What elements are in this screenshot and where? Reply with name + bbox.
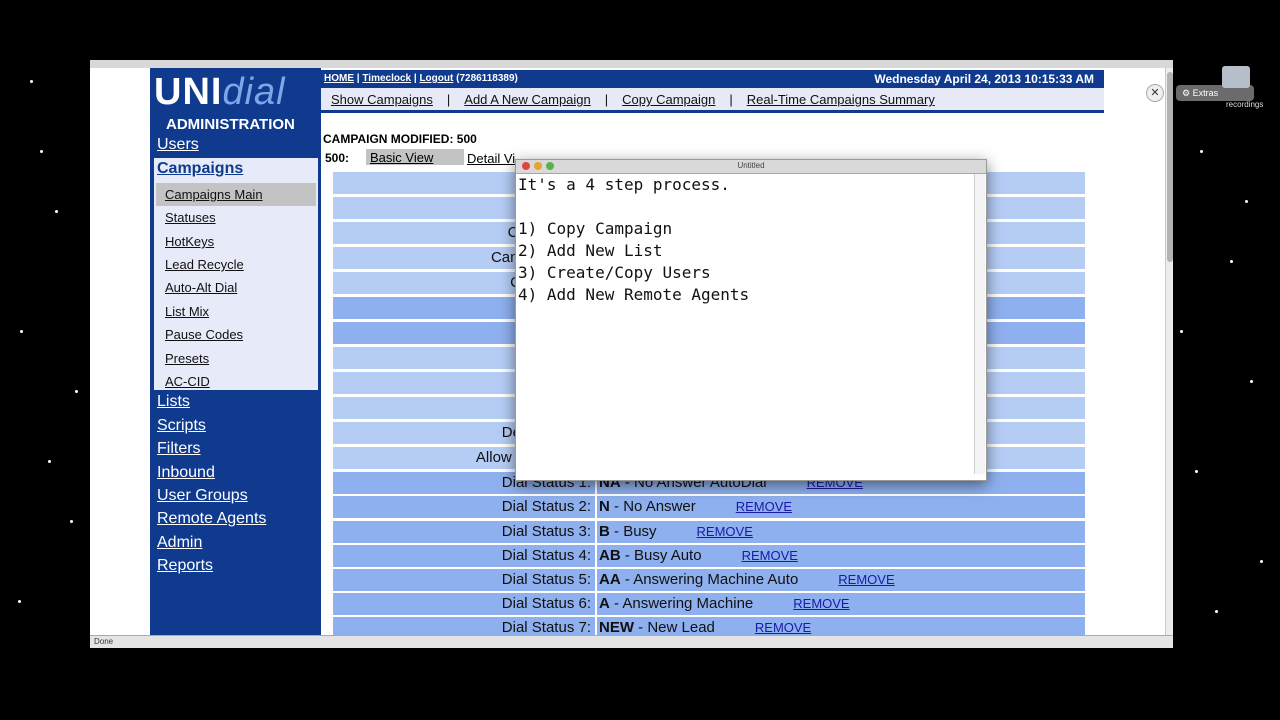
dial-status-row: Dial Status 6: A - Answering Machine REMO… xyxy=(333,593,1085,615)
star xyxy=(1230,260,1233,263)
submenu-hotkeys[interactable]: HotKeys xyxy=(165,234,214,249)
campaign-modified-message: CAMPAIGN MODIFIED: 500 xyxy=(323,132,477,146)
submenu-ac-cid[interactable]: AC-CID xyxy=(165,374,210,389)
detail-view-link[interactable]: Detail Vi xyxy=(467,151,515,166)
phone-number: (7286118389) xyxy=(456,73,518,84)
remove-status-link[interactable]: REMOVE xyxy=(755,620,811,635)
editor-text-area[interactable]: It's a 4 step process. 1) Copy Campaign … xyxy=(518,174,749,306)
nav-user-groups[interactable]: User Groups xyxy=(157,487,248,505)
recordings-folder-label: recordings xyxy=(1226,100,1264,109)
campaign-topnav: Show Campaigns | Add A New Campaign | Copy C… xyxy=(321,88,1104,113)
home-link[interactable]: HOME xyxy=(324,73,354,84)
text-editor-window[interactable]: Untitled It's a 4 step process. 1) Copy … xyxy=(515,159,987,481)
nav-reports[interactable]: Reports xyxy=(157,557,213,575)
star xyxy=(20,330,23,333)
dial-status-row: Dial Status 3: B - Busy REMOVE xyxy=(333,521,1085,543)
submenu-pause-codes[interactable]: Pause Codes xyxy=(165,327,243,342)
dial-status-row: Dial Status 2: N - No Answer REMOVE xyxy=(333,496,1085,518)
folder-icon[interactable] xyxy=(1222,66,1250,88)
star xyxy=(1215,610,1218,613)
submenu-campaigns-main[interactable]: Campaigns Main xyxy=(165,187,263,202)
timeclock-link[interactable]: Timeclock xyxy=(362,73,411,84)
editor-title: Untitled xyxy=(737,161,765,170)
editor-titlebar[interactable]: Untitled xyxy=(516,160,986,174)
submenu-lead-recycle[interactable]: Lead Recycle xyxy=(165,257,244,272)
page-scrollbar[interactable] xyxy=(1165,68,1173,635)
star xyxy=(40,150,43,153)
logout-link[interactable]: Logout xyxy=(419,73,453,84)
star xyxy=(1180,330,1183,333)
remove-status-link[interactable]: REMOVE xyxy=(793,596,849,611)
header-bar: HOME | Timeclock | Logout (7286118389) W… xyxy=(321,70,1104,88)
nav-users[interactable]: Users xyxy=(157,136,199,154)
dial-status-row: Dial Status 5: AA - Answering Machine Au… xyxy=(333,569,1085,591)
remove-status-link[interactable]: REMOVE xyxy=(838,572,894,587)
submenu-presets[interactable]: Presets xyxy=(165,351,209,366)
editor-scrollbar[interactable] xyxy=(974,174,985,474)
submenu-list-mix[interactable]: List Mix xyxy=(165,304,209,319)
remove-status-link[interactable]: REMOVE xyxy=(742,548,798,563)
campaigns-section: Campaigns Campaigns Main Statuses HotKey… xyxy=(154,158,318,390)
remove-status-link[interactable]: REMOVE xyxy=(697,524,753,539)
nav-filters[interactable]: Filters xyxy=(157,440,201,458)
close-icon[interactable]: ✕ xyxy=(1146,84,1164,102)
star xyxy=(1260,560,1263,563)
nav-campaigns[interactable]: Campaigns xyxy=(157,160,243,178)
star xyxy=(70,520,73,523)
show-campaigns-link[interactable]: Show Campaigns xyxy=(331,92,433,107)
copy-campaign-link[interactable]: Copy Campaign xyxy=(622,92,715,107)
admin-sidebar: UNIdial ADMINISTRATION Users Campaigns C… xyxy=(150,68,321,635)
star xyxy=(1200,150,1203,153)
realtime-summary-link[interactable]: Real-Time Campaigns Summary xyxy=(747,92,935,107)
nav-admin[interactable]: Admin xyxy=(157,534,202,552)
star xyxy=(1250,380,1253,383)
star xyxy=(1245,200,1248,203)
dial-status-row: Dial Status 7: NEW - New Lead REMOVE xyxy=(333,617,1085,635)
nav-remote-agents[interactable]: Remote Agents xyxy=(157,510,266,528)
unidial-logo: UNIdial xyxy=(154,71,286,113)
submenu-statuses[interactable]: Statuses xyxy=(165,210,216,225)
web-page: UNIdial ADMINISTRATION Users Campaigns C… xyxy=(90,68,1165,635)
administration-label: ADMINISTRATION xyxy=(166,116,295,133)
star xyxy=(75,390,78,393)
star xyxy=(1195,470,1198,473)
campaign-id: 500: xyxy=(325,151,350,165)
star xyxy=(55,210,58,213)
header-links: HOME | Timeclock | Logout (7286118389) xyxy=(324,73,518,84)
nav-lists[interactable]: Lists xyxy=(157,393,190,411)
star xyxy=(18,600,21,603)
letterbox-top xyxy=(0,0,1280,60)
add-campaign-link[interactable]: Add A New Campaign xyxy=(464,92,590,107)
desktop-extras: ✕ ⚙ Extras recordings xyxy=(1140,60,1280,118)
remove-status-link[interactable]: REMOVE xyxy=(736,499,792,514)
nav-inbound[interactable]: Inbound xyxy=(157,464,215,482)
submenu-auto-alt-dial[interactable]: Auto-Alt Dial xyxy=(165,280,237,295)
star xyxy=(48,460,51,463)
browser-statusbar: Done xyxy=(90,635,1173,648)
basic-view-link[interactable]: Basic View xyxy=(366,149,464,165)
star xyxy=(30,80,33,83)
browser-window: UNIdial ADMINISTRATION Users Campaigns C… xyxy=(90,60,1173,648)
dial-status-row: Dial Status 4: AB - Busy Auto REMOVE xyxy=(333,545,1085,567)
letterbox-bottom xyxy=(0,652,1280,720)
header-datetime: Wednesday April 24, 2013 10:15:33 AM xyxy=(874,72,1094,86)
nav-scripts[interactable]: Scripts xyxy=(157,417,206,435)
